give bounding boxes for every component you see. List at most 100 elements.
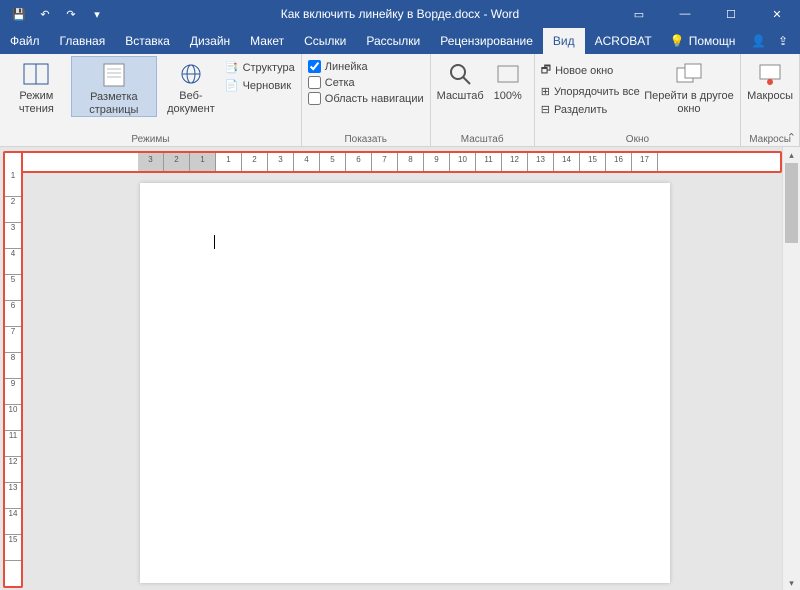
split-icon: ⊟ [541, 103, 550, 116]
document-page[interactable] [140, 183, 670, 583]
ruler-tick: 3 [268, 153, 294, 171]
tab-design[interactable]: Дизайн [180, 28, 240, 54]
scroll-up-button[interactable]: ▴ [783, 147, 800, 163]
save-button[interactable]: 💾 [8, 3, 30, 25]
ruler-tick: 11 [476, 153, 502, 171]
ribbon-options-button[interactable]: ▭ [616, 0, 662, 28]
document-workspace: 321 1234567891011121314151617 1234567891… [0, 147, 800, 590]
ruler-tick: 1 [190, 153, 216, 171]
outline-label: Структура [243, 62, 295, 74]
ruler-tick: 14 [554, 153, 580, 171]
horizontal-ruler[interactable]: 321 1234567891011121314151617 [20, 151, 782, 173]
collapse-ribbon-button[interactable]: ⌃ [787, 131, 796, 144]
minimize-button[interactable]: — [662, 0, 708, 28]
qat-customize[interactable]: ▾ [86, 3, 108, 25]
arrange-all-button[interactable]: ⊞ Упорядочить все [541, 84, 640, 99]
ribbon-tabs: Файл Главная Вставка Дизайн Макет Ссылки… [0, 28, 800, 54]
undo-button[interactable]: ↶ [34, 3, 56, 25]
macros-label: Макросы [747, 90, 793, 103]
ruler-tick: 9 [424, 153, 450, 171]
ruler-tick: 1 [216, 153, 242, 171]
share-icon[interactable]: ⇪ [778, 34, 788, 48]
switch-windows-label: Перейти в другое окно [644, 90, 734, 115]
print-layout-label: Разметка страницы [72, 91, 156, 116]
read-mode-label: Режим чтения [6, 90, 67, 115]
zoom-100-label: 100% [494, 90, 522, 103]
ruler-tick: 1 [5, 171, 21, 197]
tab-mailings[interactable]: Рассылки [356, 28, 430, 54]
new-window-icon: 🗗 [541, 61, 551, 80]
ruler-tick: 13 [5, 483, 21, 509]
zoom-icon [446, 60, 474, 88]
read-mode-button[interactable]: Режим чтения [6, 56, 67, 115]
ruler-tick: 4 [5, 249, 21, 275]
vertical-ruler[interactable]: 123456789101112131415 [3, 151, 23, 588]
web-layout-button[interactable]: Веб-документ [161, 56, 221, 115]
zoom-button[interactable]: Масштаб [437, 56, 484, 103]
draft-label: Черновик [243, 80, 292, 92]
ruler-tick: 16 [606, 153, 632, 171]
maximize-button[interactable]: ☐ [708, 0, 754, 28]
tab-acrobat[interactable]: ACROBAT [585, 28, 662, 54]
gridlines-checkbox-input[interactable] [308, 76, 321, 89]
tab-references[interactable]: Ссылки [294, 28, 356, 54]
tab-review[interactable]: Рецензирование [430, 28, 543, 54]
new-window-label: Новое окно [555, 65, 613, 77]
ruler-checkbox-input[interactable] [308, 60, 321, 73]
group-window: 🗗Новое окно ⊞Упорядочить все ⊟Разделить … [535, 54, 741, 146]
tab-view[interactable]: Вид [543, 28, 585, 54]
window-title: Как включить линейку в Ворде.docx - Word [281, 7, 519, 21]
web-layout-label: Веб-документ [161, 90, 221, 115]
gridlines-label: Сетка [325, 77, 355, 89]
scroll-thumb[interactable] [785, 163, 798, 243]
ruler-tick: 14 [5, 509, 21, 535]
switch-windows-icon [675, 60, 703, 88]
nav-pane-checkbox[interactable]: Область навигации [308, 92, 424, 105]
group-show: Линейка Сетка Область навигации Показать [302, 54, 431, 146]
ruler-tick: 8 [398, 153, 424, 171]
account-icon[interactable]: 👤 [751, 34, 766, 48]
group-window-label: Окно [541, 133, 734, 146]
macros-button[interactable]: Макросы [747, 56, 793, 103]
draft-button[interactable]: 📄Черновик [225, 78, 295, 93]
new-window-button[interactable]: 🗗 Новое окно [541, 60, 640, 81]
ruler-tick: 8 [5, 353, 21, 379]
tab-file[interactable]: Файл [0, 28, 50, 54]
arrange-all-label: Упорядочить все [554, 86, 640, 98]
ruler-tick: 2 [242, 153, 268, 171]
group-zoom-label: Масштаб [437, 133, 528, 146]
nav-pane-checkbox-input[interactable] [308, 92, 321, 105]
print-layout-button[interactable]: Разметка страницы [71, 56, 157, 117]
window-controls: ▭ — ☐ ✕ [616, 0, 800, 28]
group-views: Режим чтения Разметка страницы Веб-докум… [0, 54, 302, 146]
tell-me[interactable]: 💡Помощн [670, 28, 736, 54]
redo-button[interactable]: ↷ [60, 3, 82, 25]
tell-me-label: Помощн [689, 34, 736, 48]
scroll-down-button[interactable]: ▾ [783, 575, 800, 590]
zoom-100-icon [494, 60, 522, 88]
ruler-tick: 2 [164, 153, 190, 171]
tab-insert[interactable]: Вставка [115, 28, 180, 54]
arrange-all-icon: ⊞ [541, 85, 550, 98]
tab-layout[interactable]: Макет [240, 28, 294, 54]
quick-access-toolbar: 💾 ↶ ↷ ▾ [0, 3, 108, 25]
ruler-tick: 13 [528, 153, 554, 171]
ruler-tick: 10 [5, 405, 21, 431]
gridlines-checkbox[interactable]: Сетка [308, 76, 424, 89]
split-button[interactable]: ⊟ Разделить [541, 102, 640, 117]
outline-button[interactable]: 📑Структура [225, 60, 295, 75]
ruler-tick: 7 [372, 153, 398, 171]
vertical-scrollbar[interactable]: ▴ ▾ [782, 147, 800, 590]
ruler-checkbox[interactable]: Линейка [308, 60, 424, 73]
group-views-label: Режимы [6, 133, 295, 146]
split-label: Разделить [554, 104, 607, 116]
close-button[interactable]: ✕ [754, 0, 800, 28]
zoom-100-button[interactable]: 100% [488, 56, 528, 103]
macros-icon [756, 60, 784, 88]
ruler-tick: 3 [5, 223, 21, 249]
ruler-tick: 12 [5, 457, 21, 483]
switch-windows-button[interactable]: Перейти в другое окно [644, 56, 734, 115]
ruler-tick: 15 [5, 535, 21, 561]
tab-home[interactable]: Главная [50, 28, 116, 54]
zoom-label: Масштаб [437, 90, 484, 103]
